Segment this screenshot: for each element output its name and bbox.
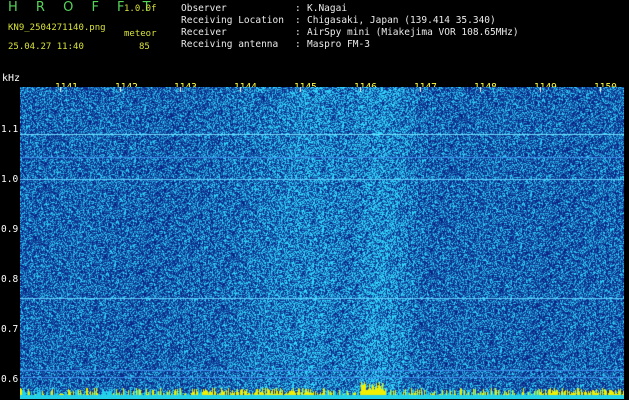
info-observer: Observer: K.Nagai [181, 3, 347, 14]
meteor-label: meteor [124, 29, 157, 39]
info-key: Receiving Location [181, 15, 284, 26]
hrofft-window: H R O F F T 1.0.0f KN9_2504271140.png me… [0, 0, 629, 400]
info-sep: : [295, 27, 301, 38]
meteor-count: 85 [139, 42, 150, 52]
y-tick-label: 0.8 [1, 274, 19, 285]
info-key: Receiver [181, 27, 227, 38]
info-location: Receiving Location: Chigasaki, Japan (139… [181, 15, 496, 26]
info-value: Chigasaki, Japan (139.414 35.340) [307, 15, 496, 26]
info-value: AirSpy mini (Miakejima VOR 108.65MHz) [307, 27, 519, 38]
y-tick-label: 0.6 [1, 374, 19, 385]
y-tick-label: 1.0 [1, 174, 19, 185]
info-value: Maspro FM-3 [307, 39, 370, 50]
info-value: K.Nagai [307, 3, 348, 14]
info-key: Receiving antenna [181, 39, 279, 50]
info-sep: : [295, 15, 301, 26]
y-tick-label: 1.1 [1, 124, 19, 135]
y-axis-unit: kHz [2, 73, 21, 84]
spectrogram-waterfall [20, 87, 624, 399]
y-tick-label: 0.7 [1, 324, 19, 335]
timestamp: 25.04.27 11:40 [8, 42, 84, 52]
y-tick-label: 0.9 [1, 224, 19, 235]
info-receiver: Receiver: AirSpy mini (Miakejima VOR 108.… [181, 27, 519, 38]
info-key: Observer [181, 3, 227, 14]
info-sep: : [295, 39, 301, 50]
version-label: 1.0.0f [124, 4, 157, 14]
info-sep: : [295, 3, 301, 14]
info-antenna: Receiving antenna: Maspro FM-3 [181, 39, 370, 50]
file-name: KN9_2504271140.png [8, 23, 106, 33]
